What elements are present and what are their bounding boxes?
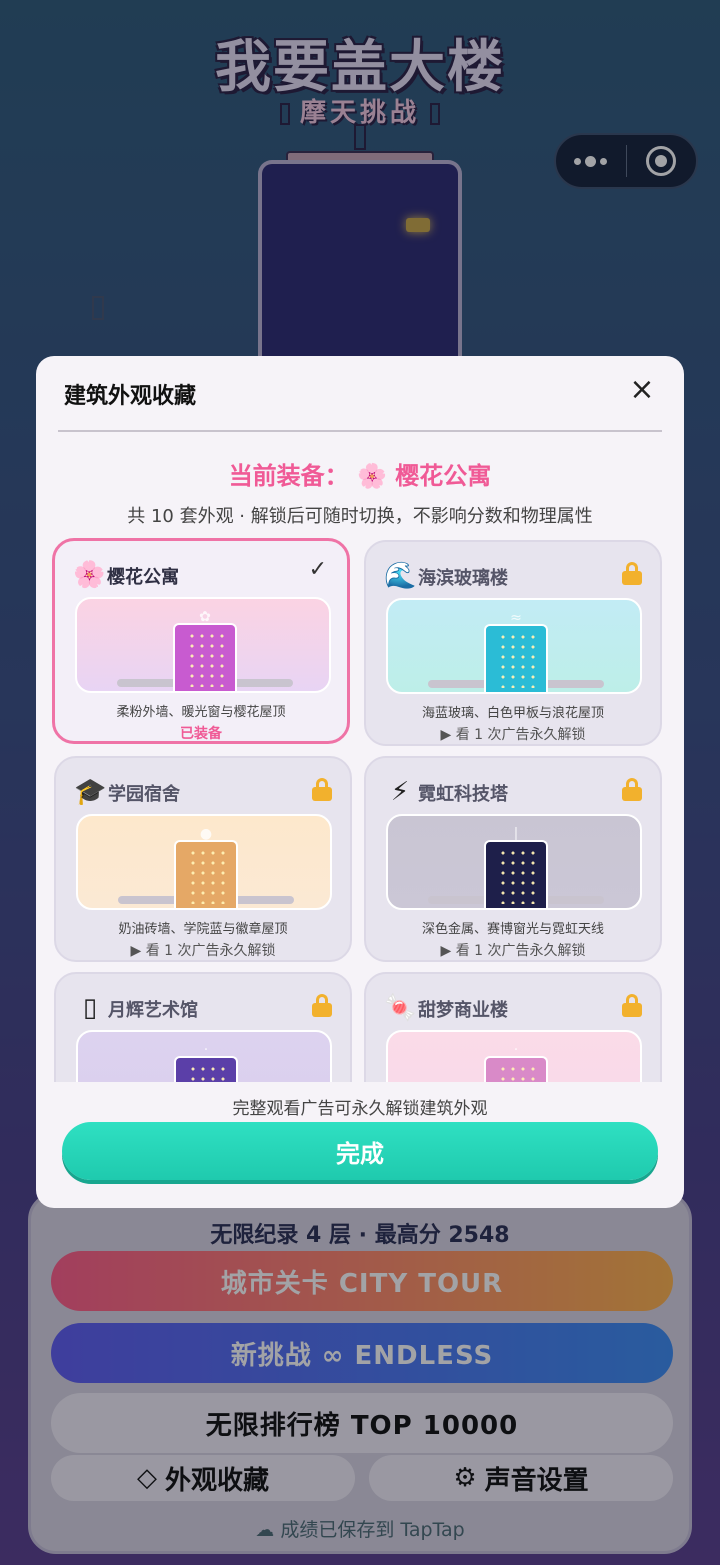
unlock-by-ad[interactable]: ▶ 看 1 次广告永久解锁 — [56, 940, 350, 960]
roof-decoration: ✿ — [199, 609, 211, 625]
building-preview — [174, 1056, 238, 1082]
skin-description: 柔粉外墙、暖光窗与樱花屋顶 — [116, 705, 286, 720]
lock-icon — [312, 778, 332, 801]
roof-decoration: · — [203, 1042, 209, 1058]
roof-decoration: · — [513, 1042, 519, 1058]
lock-icon — [312, 994, 332, 1017]
skin-preview: ● — [76, 814, 332, 910]
skin-name: 霓虹科技塔 — [418, 784, 508, 805]
skin-description: 奶油砖墙、学院蓝与徽章屋顶 — [118, 922, 288, 937]
skin-name: 樱花公寓 — [107, 567, 179, 588]
skin-preview: ≈ — [386, 598, 642, 694]
appearance-modal: 建筑外观收藏 × 当前装备： 🌸 樱花公寓 共 10 套外观 · 解锁后可随时切… — [36, 356, 684, 1208]
skin-status: 已装备 — [180, 726, 222, 742]
skin-grid[interactable]: 🌸 樱花公寓 ✓ ✿ 柔粉外墙、暖光窗与樱花屋顶 已装备 🌊 海滨玻璃楼 ≈ 海… — [36, 536, 684, 1082]
equipped-name: 樱花公寓 — [395, 462, 492, 490]
close-icon[interactable]: × — [624, 372, 660, 408]
building-preview — [484, 624, 548, 692]
skin-card-sakura[interactable]: 🌸 樱花公寓 ✓ ✿ 柔粉外墙、暖光窗与樱花屋顶 已装备 — [52, 538, 350, 744]
cherry-blossom-icon: 🌸 — [357, 462, 387, 490]
graduation-cap-icon: 🎓 — [74, 777, 107, 807]
candy-icon: 🍬 — [384, 993, 417, 1023]
building-preview — [174, 840, 238, 908]
skin-preview: ✿ — [75, 597, 331, 693]
skin-preview: | — [386, 814, 642, 910]
lock-icon — [622, 562, 642, 585]
skin-name: 学园宿舍 — [108, 784, 180, 805]
skin-card-dorm[interactable]: 🎓 学园宿舍 ● 奶油砖墙、学院蓝与徽章屋顶 ▶ 看 1 次广告永久解锁 — [54, 756, 352, 962]
unlock-by-ad[interactable]: ▶ 看 1 次广告永久解锁 — [366, 940, 660, 960]
lock-icon — [622, 994, 642, 1017]
lock-icon — [622, 778, 642, 801]
equipped-prefix: 当前装备： — [228, 462, 349, 490]
divider — [58, 430, 662, 432]
unlock-by-ad[interactable]: ▶ 看 1 次广告永久解锁 — [366, 724, 660, 744]
roof-decoration: | — [513, 826, 519, 842]
lightning-icon: ⚡ — [390, 777, 410, 807]
skin-card-candy[interactable]: 🍬 甜梦商业楼 · — [364, 972, 662, 1082]
skin-card-moon[interactable]: ▯ 月辉艺术馆 · — [54, 972, 352, 1082]
building-preview — [484, 1056, 548, 1082]
roof-decoration: ≈ — [510, 610, 522, 626]
roof-decoration: ● — [199, 826, 213, 842]
skin-card-seaside[interactable]: 🌊 海滨玻璃楼 ≈ 海蓝玻璃、白色甲板与浪花屋顶 ▶ 看 1 次广告永久解锁 — [364, 540, 662, 746]
skin-description: 深色金属、赛博窗光与霓虹天线 — [421, 922, 604, 937]
skin-description: 海蓝玻璃、白色甲板与浪花屋顶 — [421, 706, 604, 721]
building-preview — [173, 623, 237, 691]
missing-glyph-icon: ▯ — [82, 993, 98, 1023]
skin-preview: · — [76, 1030, 332, 1082]
skin-preview: · — [386, 1030, 642, 1082]
modal-title: 建筑外观收藏 — [64, 384, 197, 409]
done-button[interactable]: 完成 — [62, 1122, 658, 1180]
wave-icon: 🌊 — [384, 561, 417, 591]
current-equipped: 当前装备： 🌸 樱花公寓 — [36, 456, 684, 491]
collection-summary: 共 10 套外观 · 解锁后可随时切换，不影响分数和物理属性 — [127, 506, 593, 527]
skin-name: 甜梦商业楼 — [418, 1000, 508, 1021]
unlock-hint: 完整观看广告可永久解锁建筑外观 — [232, 1099, 488, 1119]
skin-card-neon[interactable]: ⚡ 霓虹科技塔 | 深色金属、赛博窗光与霓虹天线 ▶ 看 1 次广告永久解锁 — [364, 756, 662, 962]
skin-name: 月辉艺术馆 — [108, 1000, 198, 1021]
cherry-blossom-icon: 🌸 — [73, 560, 106, 590]
checkmark-icon: ✓ — [308, 557, 327, 582]
skin-name: 海滨玻璃楼 — [418, 568, 508, 589]
building-preview — [484, 840, 548, 908]
